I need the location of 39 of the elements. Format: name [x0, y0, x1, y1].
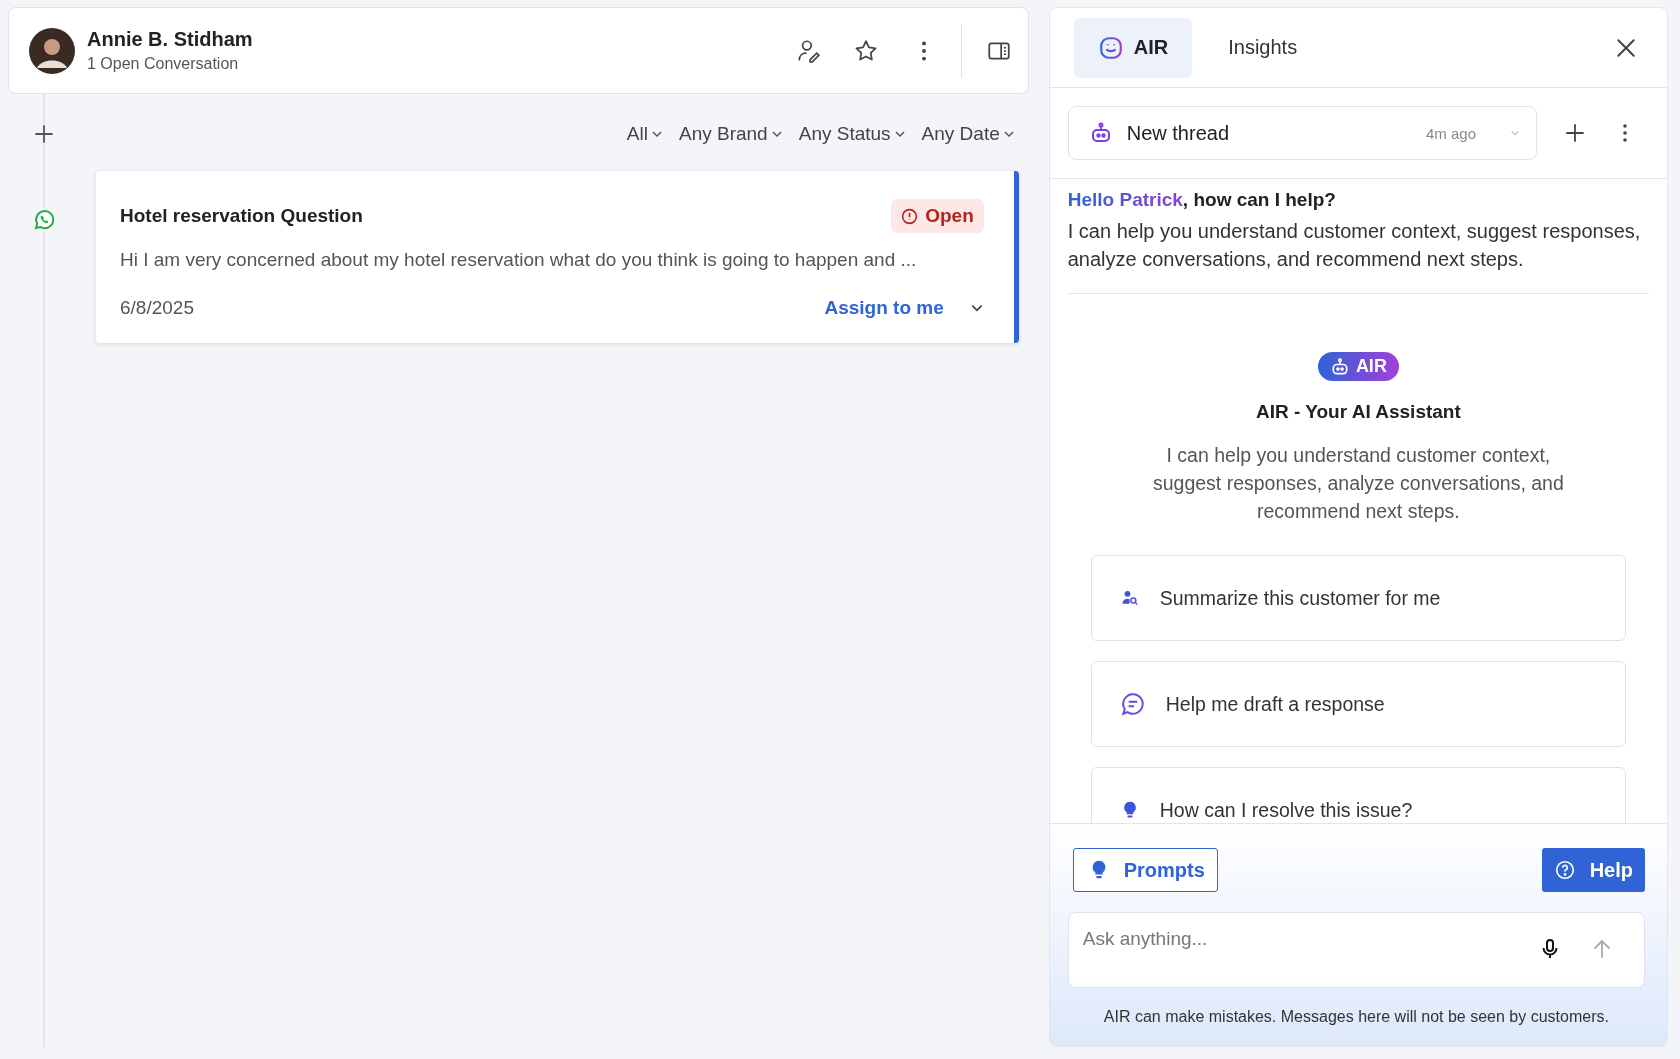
- filter-dropdown[interactable]: Any Brand: [678, 122, 783, 146]
- message-preview: Hi I am very concerned about my hotel reservation what do you think is going to happen and ...: [120, 249, 918, 271]
- assign-link[interactable]: Assign to me: [824, 297, 944, 319]
- greeting-text: I can help you understand customer context, suggest responses, analyze conversations, and recommend next steps.: [1067, 219, 1642, 272]
- thread-selector[interactable]: New thread 4m ago: [1067, 106, 1537, 160]
- filter-dropdown[interactable]: All: [626, 122, 663, 146]
- prompts-button[interactable]: Prompts: [1072, 848, 1218, 892]
- close-icon[interactable]: [1615, 36, 1637, 59]
- conversation-date: 6/8/2025: [120, 297, 195, 319]
- help-icon: [1553, 859, 1576, 881]
- suggestion-button[interactable]: How can I resolve this issue?: [1090, 767, 1626, 823]
- avatar: [29, 27, 75, 74]
- suggestion-button[interactable]: Help me draft a response: [1090, 661, 1626, 747]
- chevron-down-icon: [1510, 128, 1520, 138]
- disclaimer-text: AIR can make mistakes. Messages here will not be seen by customers.: [1102, 1008, 1610, 1026]
- assistant-description: I can help you understand customer context, suggest responses, analyze conversations, and recommend next steps.: [1151, 443, 1565, 524]
- smiley-icon: [1097, 34, 1124, 61]
- chevron-down-icon: [650, 128, 663, 140]
- help-button[interactable]: Help: [1541, 848, 1645, 892]
- whatsapp-icon: [32, 208, 56, 232]
- open-conversations-count: 1 Open Conversation: [87, 55, 240, 73]
- new-thread-icon[interactable]: [1565, 123, 1585, 143]
- chevron-down-icon: [893, 128, 906, 140]
- status-badge: Open: [891, 199, 984, 233]
- chevron-down-icon: [1002, 128, 1015, 140]
- greeting-heading: Hello Patrick, how can I help?: [1067, 189, 1337, 211]
- conversation-title: Hotel reservation Question: [120, 205, 363, 227]
- filter-dropdown[interactable]: Any Date: [921, 122, 1015, 146]
- chevron-down-icon: [770, 128, 783, 140]
- air-badge: AIR: [1317, 352, 1399, 381]
- panel-tab[interactable]: Insights: [1204, 17, 1322, 78]
- suggestion-button[interactable]: Summarize this customer for me: [1090, 555, 1626, 641]
- contact-name: Annie B. Stidham: [87, 28, 254, 51]
- ask-field[interactable]: Ask anything...: [1080, 927, 1510, 951]
- panel-tab[interactable]: AIR: [1073, 17, 1193, 78]
- filter-dropdown[interactable]: Any Status: [798, 122, 906, 146]
- chat-bubble-icon: [1119, 691, 1146, 717]
- conversation-card[interactable]: Hotel reservation Question Open Hi I am very concerned about my hotel reservation what do you think is going to happen and ... 6/8/2025 Assign to me: [96, 171, 1019, 343]
- assistant-title: AIR - Your AI Assistant: [1255, 401, 1461, 423]
